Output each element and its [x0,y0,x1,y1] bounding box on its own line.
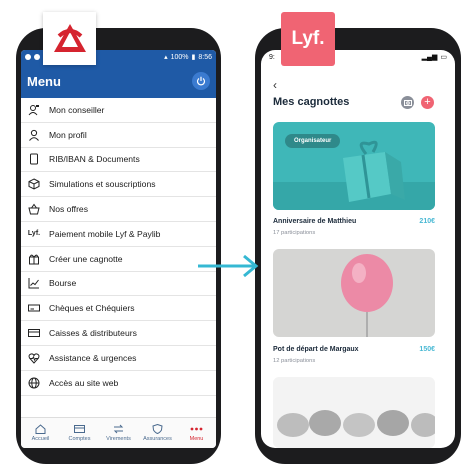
menu-item-website[interactable]: Accès au site web [21,371,216,396]
right-phone: 9: ▂▄▆ ▭ ‹ Mes cagnottes + Organisateur … [255,28,461,464]
nav-label: Accueil [31,436,50,442]
more-dots-icon [190,427,203,431]
menu-item-label: Chèques et Chéquiers [49,303,135,314]
menu-item-advisor[interactable]: Mon conseiller [21,98,216,123]
bottom-nav: Accueil Comptes Virements Assurances Men… [21,417,216,448]
right-phone-screen: 9: ▂▄▆ ▭ ‹ Mes cagnottes + Organisateur … [261,50,455,448]
nav-transfers[interactable]: Virements [99,418,138,448]
power-icon [196,76,206,86]
balloon-image [341,254,393,337]
cheque-icon [27,301,41,315]
wifi-icon: ▴ [164,54,168,61]
user-icon [27,128,41,142]
menu-item-label: Paiement mobile Lyf & Paylib [49,228,161,239]
logout-button[interactable] [192,72,210,90]
home-icon [35,424,46,434]
menu-item-label: Créer une cagnotte [49,253,123,264]
pot-amount: 210€ [419,218,435,225]
advisor-icon [27,103,41,117]
notification-icon [34,54,40,60]
gift-icon [27,252,41,266]
chart-icon [27,276,41,290]
menu-item-atm[interactable]: Caisses & distributeurs [21,321,216,346]
menu-item-offers[interactable]: Nos offres [21,197,216,222]
status-time: 8:56 [198,53,212,61]
nav-menu[interactable]: Menu [177,418,216,448]
camera-button[interactable] [401,96,414,109]
menu-item-label: Simulations et souscriptions [49,179,156,190]
menu-item-label: Assistance & urgences [49,352,137,363]
nav-accounts[interactable]: Comptes [60,418,99,448]
left-phone: ▴ 100% ▮ 8:56 Menu Mon conseiller Mon pr… [16,28,221,464]
menu-item-stock-market[interactable]: Bourse [21,272,216,297]
notification-icon [25,54,31,60]
cupcakes-image [277,410,435,437]
pot-card-image[interactable] [273,377,435,448]
status-time: 9: [269,53,275,61]
menu-item-label: Mon profil [49,129,87,140]
left-phone-screen: ▴ 100% ▮ 8:56 Menu Mon conseiller Mon pr… [21,50,216,448]
add-pot-button[interactable]: + [421,96,434,109]
menu-list: Mon conseiller Mon profil RIB/IBAN & Doc… [21,98,216,396]
menu-item-label: Bourse [49,278,77,289]
menu-item-cheques[interactable]: Chèques et Chéquiers [21,296,216,322]
pot-card-image[interactable]: Organisateur [273,122,435,210]
organizer-badge: Organisateur [285,134,341,148]
menu-item-label: Caisses & distributeurs [49,328,137,339]
nav-insurance[interactable]: Assurances [138,418,177,448]
globe-icon [27,376,41,390]
card-icon [74,425,85,433]
pot-name: Anniversaire de Matthieu [273,218,357,225]
menu-item-label: Mon conseiller [49,104,105,115]
lyf-logo-icon: Lyf. [27,230,41,238]
menu-item-label: Accès au site web [49,377,119,388]
menu-item-label: Nos offres [49,204,89,215]
nav-label: Menu [189,436,204,442]
battery-icon: ▭ [440,54,447,61]
camera-icon [403,100,412,106]
pot-participations: 12 participations [273,358,316,364]
nav-label: Comptes [68,436,91,442]
lyf-logo: Lyf. [281,12,335,66]
menu-item-assistance[interactable]: Assistance & urgences [21,346,216,371]
bank-logo [43,12,96,65]
page-title: Mes cagnottes [273,96,350,108]
pot-amount: 150€ [419,346,435,353]
document-icon [27,152,41,166]
transfer-icon [113,424,124,434]
cube-icon [27,177,41,191]
back-button[interactable]: ‹ [273,78,277,92]
nav-label: Virements [106,436,131,442]
shield-icon [152,424,163,434]
menu-item-profile[interactable]: Mon profil [21,123,216,148]
arrow-right-icon [198,254,259,278]
battery-level: 100% [170,53,189,61]
menu-item-create-pot[interactable]: Créer une cagnotte [21,247,216,272]
signal-icon: ▂▄▆ [421,54,438,61]
menu-header: Menu [21,64,216,98]
nav-label: Assurances [143,436,172,442]
pot-card-image[interactable] [273,249,435,337]
menu-item-lyf-paylib[interactable]: Lyf. Paiement mobile Lyf & Paylib [21,222,216,247]
menu-item-label: RIB/IBAN & Documents [49,154,140,165]
battery-icon: ▮ [191,54,196,61]
page-title: Menu [27,73,61,89]
menu-item-simulations[interactable]: Simulations et souscriptions [21,172,216,198]
pot-name: Pot de départ de Margaux [273,346,359,353]
nav-home[interactable]: Accueil [21,418,60,448]
heartbeat-icon [27,351,41,365]
atm-icon [27,326,41,340]
menu-item-documents[interactable]: RIB/IBAN & Documents [21,148,216,173]
pot-participations: 17 participations [273,230,316,236]
basket-icon [27,202,41,216]
